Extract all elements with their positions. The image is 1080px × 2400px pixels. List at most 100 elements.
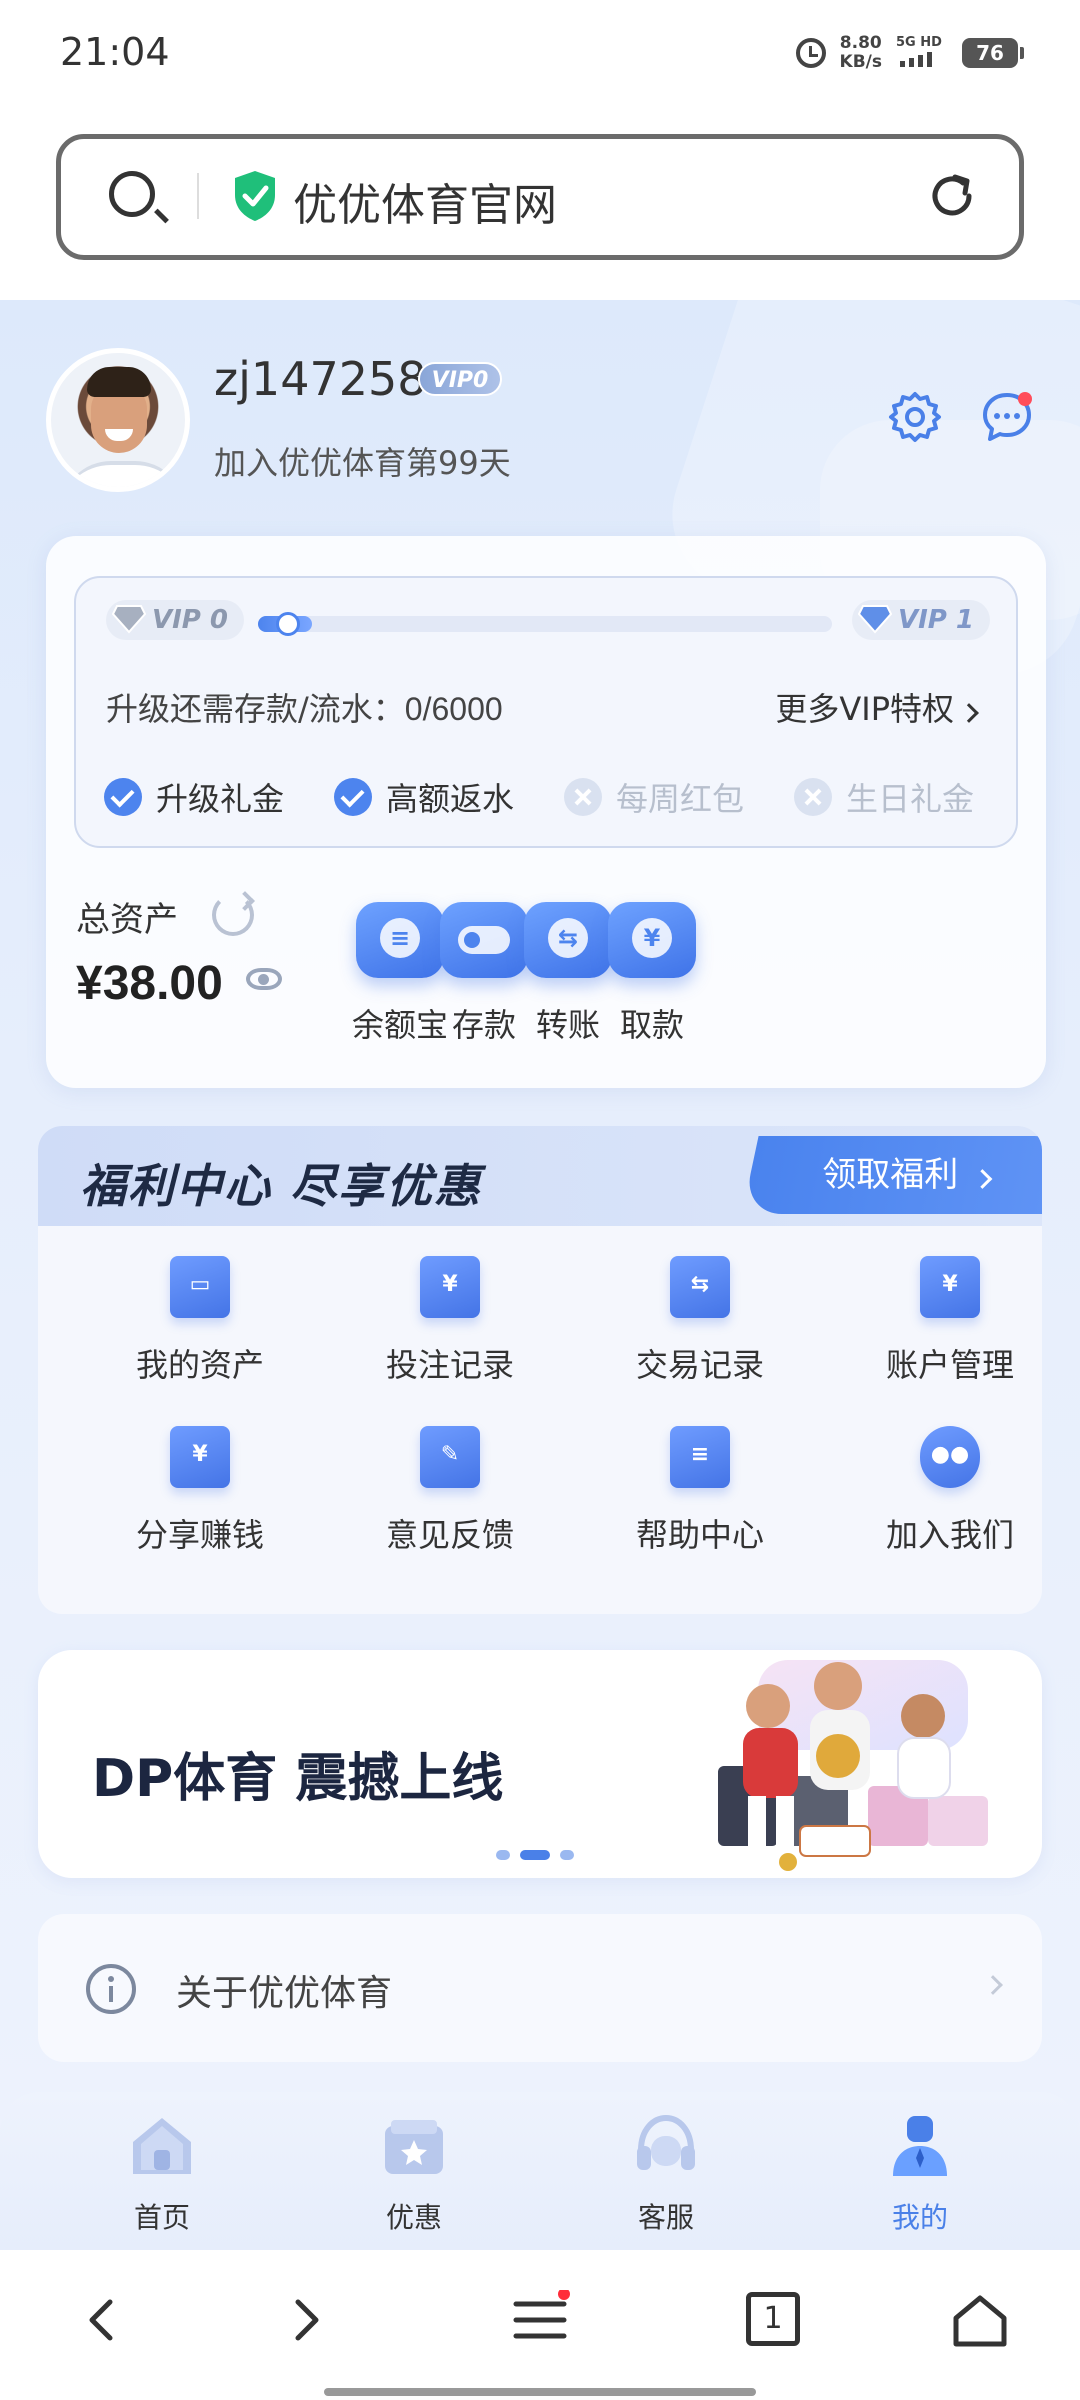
chevron-right-icon bbox=[959, 703, 979, 723]
upgrade-requirement: 升级还需存款/流水：0/6000 bbox=[106, 690, 503, 728]
battery-icon: 76 bbox=[962, 38, 1024, 68]
welfare-item-share[interactable]: ¥ 分享赚钱 bbox=[100, 1426, 300, 1556]
user-profile-icon bbox=[893, 2116, 947, 2176]
browser-toolbar: 1 bbox=[0, 2250, 1080, 2400]
username: zj147258 bbox=[214, 352, 427, 406]
headset-icon bbox=[637, 2114, 695, 2170]
vip-progress-box: VIP 0 VIP 1 升级还需存款/流水：0/6000 更多VIP特权 升级礼… bbox=[74, 576, 1018, 848]
diamond-icon bbox=[858, 605, 892, 634]
forward-icon[interactable] bbox=[276, 2290, 336, 2350]
cash-register-icon: ¥ bbox=[420, 1256, 480, 1318]
chevron-right-icon bbox=[983, 1975, 1003, 1995]
member-page: zj147258 VIP0 加入优优体育第99天 VIP 0 VIP 1 升级还 bbox=[0, 300, 1080, 2250]
home-icon bbox=[133, 2118, 191, 2174]
banner-text: DP体育 震撼上线 bbox=[92, 1749, 504, 1809]
join-days: 加入优优体育第99天 bbox=[214, 444, 511, 482]
banner-athletes-image bbox=[718, 1660, 988, 1871]
status-time: 21:04 bbox=[60, 30, 170, 74]
yen-ticket-icon: ¥ bbox=[608, 902, 696, 978]
home-icon[interactable] bbox=[950, 2290, 1010, 2350]
tab-promotions[interactable]: 优惠 bbox=[334, 2112, 494, 2236]
status-icons: 8.80 KB/s 5G HD 76 bbox=[795, 34, 1024, 72]
alarm-icon bbox=[795, 38, 826, 68]
refresh-icon[interactable] bbox=[212, 894, 254, 936]
claim-welfare-button[interactable]: 领取福利 bbox=[742, 1136, 1042, 1214]
vip-perk-label: 高额返水 bbox=[386, 780, 515, 818]
welfare-item-transactions[interactable]: ⇆ 交易记录 bbox=[600, 1256, 800, 1386]
welfare-item-join[interactable]: ●● 加入我们 bbox=[850, 1426, 1042, 1556]
welfare-grid: ▭ 我的资产 ¥ 投注记录 ⇆ 交易记录 ¥ 账户管理 ¥ 分享赚钱 ✎ 意见反… bbox=[38, 1226, 1042, 1614]
help-book-icon: ≡ bbox=[670, 1426, 730, 1488]
home-indicator bbox=[324, 2388, 756, 2396]
diamond-icon bbox=[112, 605, 146, 634]
eye-icon[interactable] bbox=[246, 968, 282, 990]
carousel-dot[interactable] bbox=[560, 1850, 574, 1860]
search-icon[interactable] bbox=[109, 171, 155, 217]
browser-address-area: 优优体育官网 bbox=[0, 110, 1080, 300]
reload-icon[interactable] bbox=[925, 169, 979, 223]
vip-perk-label: 升级礼金 bbox=[156, 780, 285, 818]
x-circle-icon bbox=[564, 778, 602, 816]
tab-home[interactable]: 首页 bbox=[82, 2112, 242, 2236]
vip-perk: 每周红包 bbox=[564, 774, 744, 820]
welfare-item-my-assets[interactable]: ▭ 我的资产 bbox=[100, 1256, 300, 1386]
tab-service[interactable]: 客服 bbox=[586, 2112, 746, 2236]
about-row[interactable]: 关于优优体育 bbox=[38, 1914, 1042, 2062]
menu-icon[interactable] bbox=[510, 2290, 570, 2350]
welfare-title: 福利中心 尽享优惠 bbox=[80, 1159, 483, 1213]
welfare-header: 福利中心 尽享优惠 领取福利 bbox=[38, 1126, 1042, 1226]
hand-coin-icon: ¥ bbox=[170, 1426, 230, 1488]
gift-ticket-icon bbox=[385, 2120, 443, 2174]
carousel-dot[interactable] bbox=[496, 1850, 510, 1860]
clipboard-transfer-icon: ⇆ bbox=[670, 1256, 730, 1318]
edit-document-icon: ✎ bbox=[420, 1426, 480, 1488]
vip-perk: 生日礼金 bbox=[794, 774, 974, 820]
vip-badge: VIP0 bbox=[418, 362, 502, 396]
gear-icon[interactable] bbox=[888, 390, 942, 444]
welfare-center: 福利中心 尽享优惠 领取福利 ▭ 我的资产 ¥ 投注记录 ⇆ 交易记录 ¥ 账户… bbox=[38, 1126, 1042, 1614]
next-vip-level: VIP 1 bbox=[852, 600, 990, 640]
vip-perk: 升级礼金 bbox=[104, 774, 284, 820]
vip-perk-label: 生日礼金 bbox=[846, 780, 975, 818]
progress-runner-icon bbox=[276, 612, 300, 636]
net-speed-unit: KB/s bbox=[839, 52, 882, 72]
info-icon bbox=[86, 1964, 136, 2014]
welfare-item-help[interactable]: ≡ 帮助中心 bbox=[600, 1426, 800, 1556]
welfare-item-account[interactable]: ¥ 账户管理 bbox=[850, 1256, 1042, 1386]
asset-card: VIP 0 VIP 1 升级还需存款/流水：0/6000 更多VIP特权 升级礼… bbox=[46, 536, 1046, 1088]
x-circle-icon bbox=[794, 778, 832, 816]
tabs-count-button[interactable]: 1 bbox=[746, 2292, 800, 2346]
address-title[interactable]: 优优体育官网 bbox=[293, 169, 557, 233]
welfare-item-bet-records[interactable]: ¥ 投注记录 bbox=[350, 1256, 550, 1386]
users-icon: ●● bbox=[920, 1426, 980, 1488]
tab-mine[interactable]: 我的 bbox=[840, 2112, 1000, 2236]
check-circle-icon bbox=[104, 778, 142, 816]
status-bar: 21:04 8.80 KB/s 5G HD 76 bbox=[0, 0, 1080, 110]
network-label: 5G HD bbox=[896, 35, 942, 50]
chevron-right-icon bbox=[972, 1169, 993, 1189]
action-withdraw[interactable]: ¥ 取款 bbox=[592, 902, 712, 1046]
notification-dot bbox=[1018, 392, 1032, 406]
current-vip-level: VIP 0 bbox=[106, 600, 244, 640]
signal-icon: 5G HD bbox=[896, 35, 948, 67]
total-assets-value: ¥38.00 bbox=[76, 957, 223, 1010]
vip-perk-label: 每周红包 bbox=[616, 780, 745, 818]
upgrade-value: 0/6000 bbox=[404, 691, 503, 727]
net-speed: 8.80 KB/s bbox=[840, 34, 882, 72]
carousel-dot[interactable] bbox=[520, 1850, 550, 1860]
avatar[interactable] bbox=[46, 348, 190, 492]
vip-perk: 高额返水 bbox=[334, 774, 514, 820]
app-tab-bar: 首页 优惠 客服 我的 bbox=[0, 2092, 1080, 2250]
secure-shield-icon bbox=[235, 171, 275, 221]
promo-banner[interactable]: DP体育 震撼上线 bbox=[38, 1650, 1042, 1878]
net-speed-value: 8.80 bbox=[839, 33, 882, 53]
vip-progress-bar bbox=[258, 612, 832, 636]
wallet-icon: ▭ bbox=[170, 1256, 230, 1318]
total-assets-label: 总资产 bbox=[76, 900, 178, 940]
back-icon[interactable] bbox=[72, 2290, 132, 2350]
more-vip-link[interactable]: 更多VIP特权 bbox=[775, 684, 979, 730]
about-label: 关于优优体育 bbox=[176, 1973, 393, 2014]
check-circle-icon bbox=[334, 778, 372, 816]
welfare-item-feedback[interactable]: ✎ 意见反馈 bbox=[350, 1426, 550, 1556]
address-bar[interactable]: 优优体育官网 bbox=[56, 134, 1024, 260]
